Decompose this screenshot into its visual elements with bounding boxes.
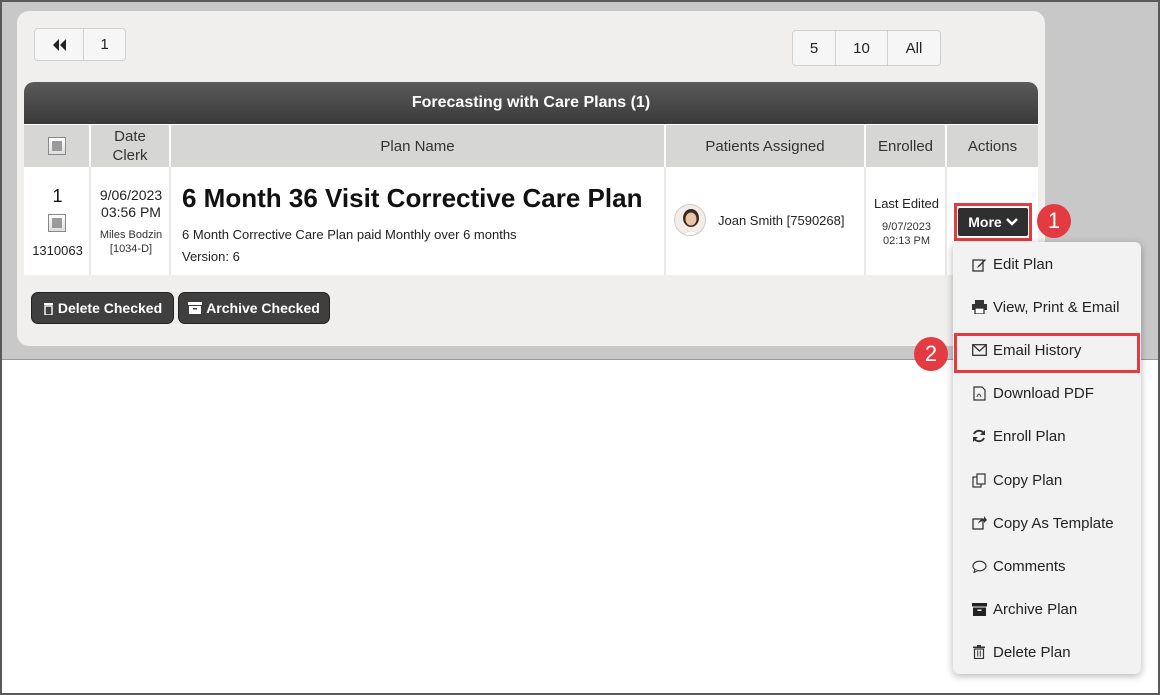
avatar — [674, 204, 706, 236]
created-time: 03:56 PM — [101, 204, 161, 220]
row-checkbox[interactable] — [48, 214, 66, 232]
clerk-name: Miles Bodzin — [99, 229, 163, 241]
copy-icon — [971, 472, 987, 488]
chevron-down-icon — [1005, 218, 1018, 226]
menu-item-copy-plan[interactable]: Copy Plan — [953, 460, 1141, 500]
pdf-icon — [971, 385, 987, 401]
plan-name[interactable]: 6 Month 36 Visit Corrective Care Plan — [182, 183, 642, 214]
trash-icon — [43, 302, 53, 315]
menu-item-enroll-plan[interactable]: Enroll Plan — [953, 416, 1141, 456]
print-icon — [971, 299, 987, 315]
row-id: 1310063 — [32, 243, 83, 258]
menu-item-archive-plan[interactable]: Archive Plan — [953, 589, 1141, 629]
patient-assigned[interactable]: Joan Smith [7590268] — [718, 213, 844, 228]
archive-checked-button[interactable]: Archive Checked — [178, 292, 330, 324]
date-clerk-header: Date Clerk — [91, 125, 171, 167]
clerk-header-label: Clerk — [112, 147, 148, 164]
select-all-header — [24, 125, 91, 167]
double-chevron-left-icon — [53, 38, 66, 51]
page-size-selector: 5 10 All — [792, 30, 941, 66]
menu-item-edit-plan[interactable]: Edit Plan — [953, 244, 1141, 284]
plan-version: Version: 6 — [182, 249, 240, 264]
table-header: Date Clerk Plan Name Patients Assigned E… — [24, 124, 1038, 167]
last-edited-date: 9/07/2023 — [882, 221, 931, 233]
more-actions-menu: Edit Plan View, Print & Email Email Hist… — [953, 242, 1141, 674]
created-date: 9/06/2023 — [99, 187, 163, 203]
menu-item-view-print-email[interactable]: View, Print & Email — [953, 287, 1141, 327]
comment-icon — [971, 558, 987, 574]
clerk-code: [1034-D] — [109, 243, 153, 255]
page-size-5[interactable]: 5 — [792, 30, 836, 66]
email-history-highlight — [954, 333, 1140, 373]
share-icon — [971, 515, 987, 531]
date-header-label: Date — [114, 128, 146, 145]
edit-icon — [971, 256, 987, 272]
delete-checked-button[interactable]: Delete Checked — [31, 292, 174, 324]
first-page-button[interactable] — [34, 28, 84, 61]
pagination-left: 1 — [34, 28, 126, 61]
more-label: More — [968, 214, 1002, 230]
more-button[interactable]: More — [958, 208, 1028, 236]
actions-header: Actions — [967, 137, 1018, 155]
last-edited-time: 02:13 PM — [882, 235, 931, 247]
row-number: 1 — [52, 186, 63, 206]
archive-icon — [971, 601, 987, 617]
clerk-info: Miles Bodzin [1034-D] — [91, 228, 171, 256]
plan-name-header: Plan Name — [171, 125, 666, 167]
plan-description: 6 Month Corrective Care Plan paid Monthl… — [182, 227, 517, 242]
menu-item-delete-plan[interactable]: Delete Plan — [953, 632, 1141, 672]
table-title: Forecasting with Care Plans (1) — [24, 82, 1038, 124]
archive-icon — [188, 302, 203, 314]
select-all-checkbox[interactable] — [47, 137, 66, 155]
page-1-button[interactable]: 1 — [84, 28, 126, 61]
patients-header: Patients Assigned — [666, 125, 866, 167]
last-edited-label: Last Edited — [873, 196, 940, 211]
menu-item-comments[interactable]: Comments — [953, 546, 1141, 586]
menu-item-copy-as-template[interactable]: Copy As Template — [953, 503, 1141, 543]
enrolled-header: Enrolled — [866, 125, 947, 167]
trash-icon — [971, 644, 987, 660]
last-edited-datetime: 9/07/2023 02:13 PM — [866, 220, 947, 248]
step-marker-1: 1 — [1037, 204, 1071, 238]
delete-checked-label: Delete Checked — [57, 300, 163, 316]
menu-item-download-pdf[interactable]: Download PDF — [953, 373, 1141, 413]
step-marker-2: 2 — [914, 337, 948, 371]
archive-checked-label: Archive Checked — [206, 300, 320, 316]
page-size-all[interactable]: All — [888, 30, 941, 66]
page-size-10[interactable]: 10 — [836, 30, 888, 66]
refresh-icon — [971, 428, 987, 444]
